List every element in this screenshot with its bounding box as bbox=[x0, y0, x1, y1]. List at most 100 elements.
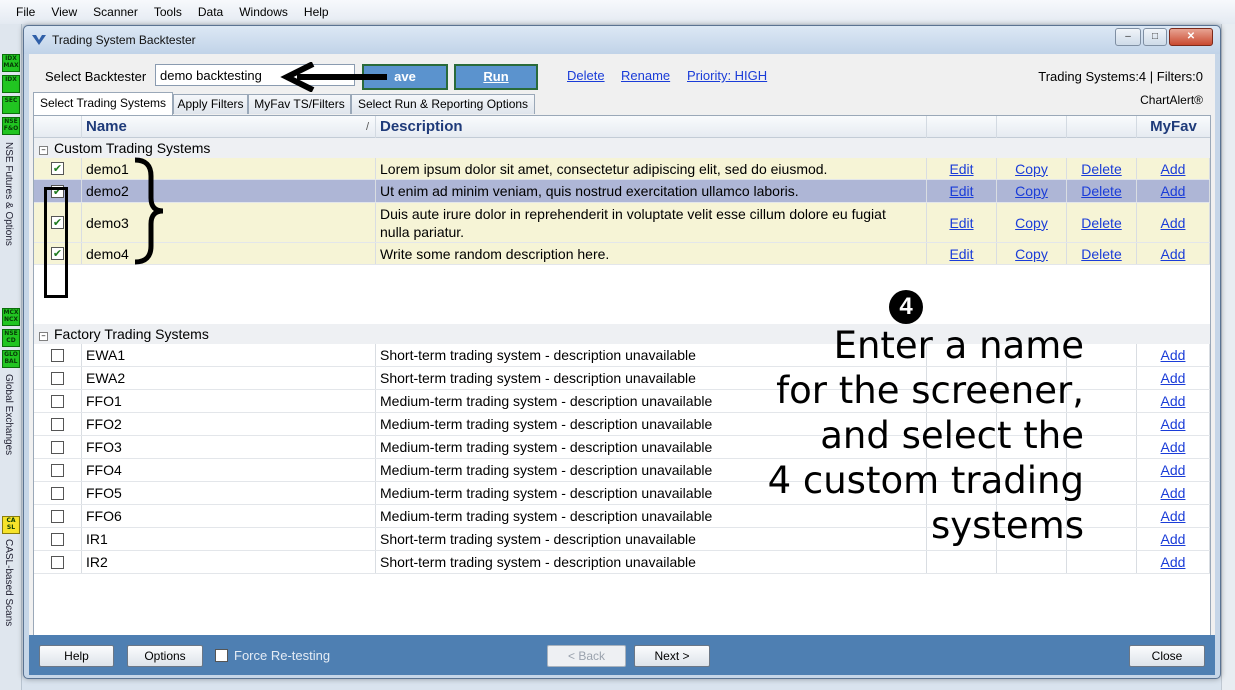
options-button[interactable]: Options bbox=[127, 645, 203, 667]
row-checkbox[interactable] bbox=[51, 394, 64, 408]
row-cell: Add bbox=[1137, 390, 1210, 412]
menu-windows[interactable]: Windows bbox=[231, 5, 296, 19]
delete-link[interactable]: Delete bbox=[1081, 215, 1121, 231]
row-name: demo3 bbox=[86, 214, 129, 231]
copy-link[interactable]: Copy bbox=[1015, 183, 1048, 199]
tab-select-trading-systems[interactable]: Select Trading Systems bbox=[33, 92, 173, 115]
add-fav-link[interactable]: Add bbox=[1161, 215, 1186, 231]
row-cell: IR2 bbox=[82, 551, 376, 573]
strip-btn-idx-max[interactable]: IDX MAX bbox=[2, 54, 20, 72]
delete-link[interactable]: Delete bbox=[1081, 161, 1121, 177]
delete-link[interactable]: Delete bbox=[1081, 246, 1121, 262]
group-custom-trading-systems[interactable]: – Custom Trading Systems bbox=[34, 138, 1210, 158]
copy-link[interactable]: Copy bbox=[1015, 246, 1048, 262]
add-fav-link[interactable]: Add bbox=[1161, 508, 1186, 524]
help-button[interactable]: Help bbox=[39, 645, 114, 667]
row-checkbox[interactable] bbox=[51, 440, 64, 454]
priority-link[interactable]: Priority: HIGH bbox=[687, 68, 767, 83]
header-name[interactable]: Name / bbox=[82, 116, 376, 138]
edit-link[interactable]: Edit bbox=[949, 161, 973, 177]
run-button[interactable]: Run bbox=[454, 64, 538, 90]
next-button[interactable]: Next > bbox=[634, 645, 710, 667]
row-checkbox[interactable] bbox=[51, 348, 64, 362]
add-fav-link[interactable]: Add bbox=[1161, 439, 1186, 455]
row-checkbox[interactable] bbox=[51, 532, 64, 546]
force-retest-checkbox[interactable] bbox=[215, 649, 228, 662]
add-fav-link[interactable]: Add bbox=[1161, 393, 1186, 409]
row-checkbox[interactable] bbox=[51, 509, 64, 523]
tab-apply-filters[interactable]: Apply Filters bbox=[173, 94, 248, 114]
collapse-icon[interactable]: – bbox=[39, 332, 48, 341]
row-checkbox[interactable] bbox=[51, 371, 64, 385]
sort-indicator-icon: / bbox=[365, 121, 369, 133]
row-checkbox[interactable] bbox=[51, 486, 64, 500]
force-retest-toggle[interactable]: Force Re-testing bbox=[215, 648, 330, 663]
strip-btn-sec[interactable]: SEC bbox=[2, 96, 20, 114]
collapse-icon[interactable]: – bbox=[39, 146, 48, 155]
add-fav-link[interactable]: Add bbox=[1161, 183, 1186, 199]
table-row[interactable]: ✔ demo3 Duis aute irure dolor in reprehend… bbox=[34, 203, 1210, 243]
edit-link[interactable]: Edit bbox=[949, 183, 973, 199]
row-cell: Add bbox=[1137, 551, 1210, 573]
menu-scanner[interactable]: Scanner bbox=[85, 5, 146, 19]
row-description: Short-term trading system - description … bbox=[380, 531, 696, 547]
menu-data[interactable]: Data bbox=[190, 5, 231, 19]
strip-btn-casl[interactable]: CA SL bbox=[2, 516, 20, 534]
delete-link[interactable]: Delete bbox=[1081, 183, 1121, 199]
table-row[interactable]: ✔ demo4 Write some random description here… bbox=[34, 243, 1210, 265]
add-fav-link[interactable]: Add bbox=[1161, 347, 1186, 363]
tab-run-reporting-options[interactable]: Select Run & Reporting Options bbox=[351, 94, 535, 114]
add-fav-link[interactable]: Add bbox=[1161, 370, 1186, 386]
add-fav-link[interactable]: Add bbox=[1161, 554, 1186, 570]
window-close-button[interactable]: ✕ bbox=[1169, 28, 1213, 46]
close-button[interactable]: Close bbox=[1129, 645, 1205, 667]
delete-backtester-link[interactable]: Delete bbox=[567, 68, 605, 83]
annotation-line: for the screener, bbox=[776, 369, 1084, 412]
copy-link[interactable]: Copy bbox=[1015, 215, 1048, 231]
strip-btn-idx[interactable]: IDX bbox=[2, 75, 20, 93]
row-checkbox[interactable]: ✔ bbox=[51, 162, 64, 175]
row-name: EWA1 bbox=[86, 347, 126, 363]
checkbox-highlight-box bbox=[44, 187, 68, 298]
row-cell bbox=[1067, 551, 1137, 573]
add-fav-link[interactable]: Add bbox=[1161, 531, 1186, 547]
row-cell bbox=[34, 528, 82, 550]
edit-link[interactable]: Edit bbox=[949, 246, 973, 262]
menu-file[interactable]: File bbox=[8, 5, 43, 19]
header-check-col bbox=[34, 116, 82, 138]
add-fav-link[interactable]: Add bbox=[1161, 485, 1186, 501]
brace-annotation-icon bbox=[134, 157, 164, 265]
maximize-button[interactable]: □ bbox=[1143, 28, 1167, 46]
edit-link-cell: Edit bbox=[927, 180, 997, 202]
back-button[interactable]: < Back bbox=[547, 645, 626, 667]
add-fav-link[interactable]: Add bbox=[1161, 462, 1186, 478]
strip-btn-nse-fo[interactable]: NSE F&O bbox=[2, 117, 20, 135]
add-fav-link[interactable]: Add bbox=[1161, 246, 1186, 262]
minimize-button[interactable]: – bbox=[1115, 28, 1141, 46]
menu-help[interactable]: Help bbox=[296, 5, 337, 19]
strip-btn-nse-cd[interactable]: NSE CD bbox=[2, 329, 20, 347]
row-checkbox[interactable] bbox=[51, 463, 64, 477]
row-name: demo1 bbox=[86, 160, 129, 177]
header-description[interactable]: Description bbox=[376, 116, 927, 138]
copy-link[interactable]: Copy bbox=[1015, 161, 1048, 177]
add-fav-link-cell: Add bbox=[1137, 243, 1210, 264]
strip-btn-mcx[interactable]: MCX NCX bbox=[2, 308, 20, 326]
menu-tools[interactable]: Tools bbox=[146, 5, 190, 19]
table-row[interactable]: ✔ demo1 Lorem ipsum dolor sit amet, consec… bbox=[34, 158, 1210, 180]
header-copy-col bbox=[997, 116, 1067, 138]
edit-link[interactable]: Edit bbox=[949, 215, 973, 231]
delete-link-cell: Delete bbox=[1067, 243, 1137, 264]
row-checkbox[interactable] bbox=[51, 555, 64, 569]
strip-btn-global[interactable]: GLO BAL bbox=[2, 350, 20, 368]
table-row[interactable]: ✔ demo2 Ut enim ad minim veniam, quis nost… bbox=[34, 180, 1210, 203]
row-checkbox[interactable] bbox=[51, 417, 64, 431]
menu-view[interactable]: View bbox=[43, 5, 85, 19]
tab-myfav-ts-filters[interactable]: MyFav TS/Filters bbox=[248, 94, 351, 114]
header-myfav[interactable]: MyFav bbox=[1137, 116, 1210, 138]
edit-link-cell: Edit bbox=[927, 243, 997, 264]
rename-backtester-link[interactable]: Rename bbox=[621, 68, 670, 83]
add-fav-link[interactable]: Add bbox=[1161, 416, 1186, 432]
add-fav-link[interactable]: Add bbox=[1161, 161, 1186, 177]
table-row[interactable]: IR2 Short-term trading system - descripti… bbox=[34, 551, 1210, 574]
